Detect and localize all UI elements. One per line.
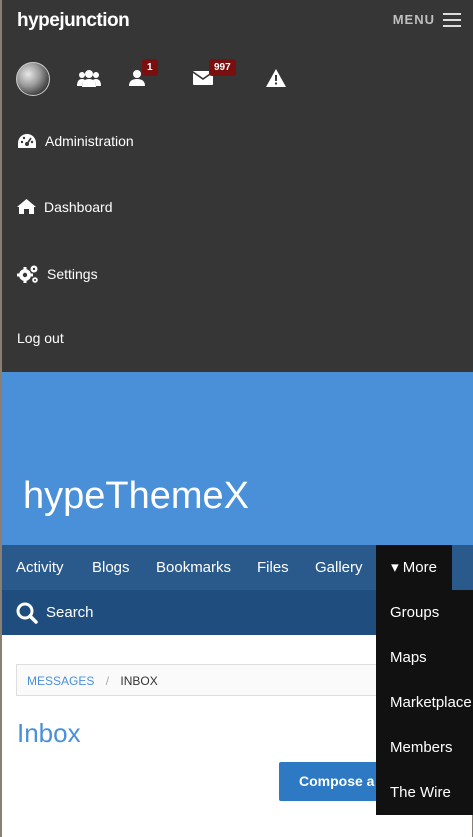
menu-toggle-button[interactable]: MENU <box>393 12 461 27</box>
sidebar-item-label: Dashboard <box>44 198 113 215</box>
search-icon <box>16 602 38 624</box>
messages-badge: 997 <box>209 59 236 76</box>
friend-requests-badge: 1 <box>142 59 158 76</box>
sidebar-item-logout[interactable]: Log out <box>17 330 64 346</box>
user-avatar[interactable] <box>16 62 50 96</box>
menu-label: MENU <box>392 12 435 27</box>
breadcrumb-messages-link[interactable]: MESSAGES <box>27 674 94 688</box>
nav-item-activity[interactable]: Activity <box>16 545 64 590</box>
breadcrumb-separator: / <box>105 674 110 688</box>
icon-bar: 1 997 <box>2 58 473 98</box>
nav-more-button[interactable]: ▾ More <box>376 545 452 590</box>
hamburger-icon <box>443 12 461 27</box>
top-panel: hypejunction MENU 1 997 Administration D… <box>2 0 473 372</box>
sidebar-item-dashboard[interactable]: Dashboard <box>17 198 113 215</box>
sidebar-item-label: Settings <box>47 266 98 282</box>
nav-item-files[interactable]: Files <box>257 545 289 590</box>
dropdown-item-the-wire[interactable]: The Wire <box>390 784 451 801</box>
page-title: Inbox <box>17 718 81 748</box>
search-label: Search <box>46 604 94 621</box>
site-logo[interactable]: hypejunction <box>17 10 130 32</box>
breadcrumb-current: INBOX <box>120 674 158 688</box>
cogs-icon <box>17 265 38 283</box>
dropdown-item-maps[interactable]: Maps <box>390 649 427 666</box>
dropdown-item-marketplace[interactable]: Marketplace <box>390 694 472 711</box>
sidebar-item-settings[interactable]: Settings <box>17 264 98 284</box>
home-icon <box>17 199 36 214</box>
hero-banner: hypeThemeX <box>2 372 473 545</box>
warning-icon[interactable] <box>264 58 288 98</box>
nav-item-bookmarks[interactable]: Bookmarks <box>156 545 231 590</box>
dashboard-gauge-icon <box>18 134 36 148</box>
compose-message-button[interactable]: Compose a message <box>279 762 376 801</box>
nav-item-gallery[interactable]: Gallery <box>315 545 363 590</box>
more-dropdown-menu: Groups Maps Marketplace Members The Wire <box>376 590 473 815</box>
dropdown-item-groups[interactable]: Groups <box>390 604 439 621</box>
main-nav: Activity Blogs Bookmarks Files Gallery ▾… <box>2 545 473 590</box>
dropdown-item-members[interactable]: Members <box>390 739 453 756</box>
sidebar-item-label: Administration <box>45 133 134 149</box>
groups-icon[interactable] <box>74 58 104 98</box>
sidebar-item-administration[interactable]: Administration <box>17 132 134 150</box>
nav-item-blogs[interactable]: Blogs <box>92 545 130 590</box>
breadcrumb: MESSAGES / INBOX <box>16 664 386 696</box>
sidebar-item-label: Log out <box>17 330 64 346</box>
site-title[interactable]: hypeThemeX <box>23 475 249 518</box>
